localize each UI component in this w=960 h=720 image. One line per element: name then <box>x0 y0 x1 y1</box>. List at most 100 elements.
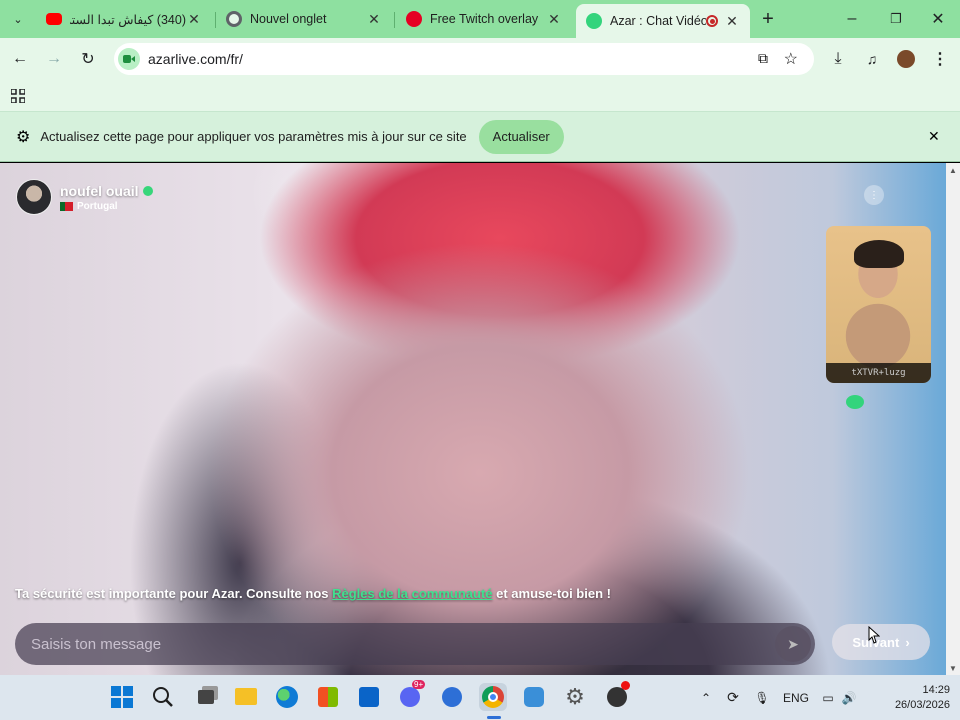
close-tab-icon[interactable]: ✕ <box>546 11 562 28</box>
next-button[interactable]: Suivant › <box>832 624 930 660</box>
restore-icon: ❐ <box>890 11 902 26</box>
forward-button[interactable]: → <box>40 45 68 73</box>
discord-icon[interactable]: 9+ <box>396 680 426 711</box>
close-icon: ✕ <box>931 11 945 28</box>
system-clock[interactable]: 14:29 26/03/2026 <box>880 683 950 713</box>
site-info-icon[interactable] <box>118 48 140 70</box>
tab-search-button[interactable]: ⌄ <box>4 5 32 33</box>
tab-youtube[interactable]: (340) كيفاش تبدا السترـ ✕ <box>36 4 212 34</box>
close-tab-icon[interactable]: ✕ <box>186 11 202 28</box>
zoom-icon[interactable] <box>438 683 466 711</box>
tab-pinterest[interactable]: Free Twitch overlay ✕ <box>396 4 572 34</box>
reload-icon: ↻ <box>81 51 95 68</box>
page-scrollbar[interactable]: ▲ ▼ <box>946 163 960 675</box>
download-icon: ⤓ <box>834 50 842 67</box>
send-button[interactable]: ➤ <box>775 626 811 662</box>
community-rules-link[interactable]: Règles de la communauté <box>332 586 492 601</box>
outlook-icon[interactable] <box>355 683 383 711</box>
browser-toolbar: ← → ↻ azarlive.com/fr/ ⧉ ☆ ⤓ ♫ ⋮ <box>0 38 960 80</box>
install-app-icon[interactable]: ⧉ <box>758 50 768 67</box>
restore-button[interactable]: ❐ <box>882 5 910 33</box>
tab-divider <box>394 12 395 28</box>
message-input[interactable] <box>15 635 775 653</box>
self-video-hair <box>854 240 904 268</box>
reload-button[interactable]: ↻ <box>74 45 102 73</box>
portugal-flag-icon <box>60 201 73 211</box>
language-indicator[interactable]: ENG <box>774 691 818 705</box>
discord-badge: 9+ <box>412 680 426 689</box>
bookmark-star-icon[interactable]: ☆ <box>784 49 798 69</box>
self-video-caption: tXTVR+luzg <box>826 363 931 383</box>
tab-title: Nouvel onglet <box>250 12 327 26</box>
profile-button[interactable] <box>892 45 920 73</box>
arrow-left-icon: ← <box>12 50 28 67</box>
chevron-right-icon: › <box>905 634 910 650</box>
sync-icon[interactable]: ⟳ <box>716 689 750 706</box>
edge-icon[interactable] <box>273 683 301 711</box>
safety-text-suffix: et amuse-toi bien ! <box>492 586 611 601</box>
close-window-button[interactable]: ✕ <box>924 5 952 33</box>
close-infobar-icon[interactable]: ✕ <box>928 128 940 145</box>
tab-title: (340) كيفاش تبدا السترـ <box>70 12 186 27</box>
menu-button[interactable]: ⋮ <box>926 45 954 73</box>
tab-title: Azar : Chat Vidéo a <box>610 14 706 28</box>
recording-icon <box>706 15 718 27</box>
safety-notice: Ta sécurité est importante pour Azar. Co… <box>15 586 611 601</box>
profile-avatar-icon <box>897 50 915 68</box>
tab-new-tab[interactable]: Nouvel onglet ✕ <box>216 4 392 34</box>
settings-infobar: ⚙ Actualisez cette page pour appliquer v… <box>0 112 960 162</box>
recording-dot-icon <box>621 681 630 690</box>
azar-icon <box>586 13 602 29</box>
microphone-icon[interactable]: 🎙 <box>750 691 774 705</box>
obs-icon[interactable] <box>603 681 631 711</box>
scroll-up-icon[interactable]: ▲ <box>946 163 960 177</box>
close-tab-icon[interactable]: ✕ <box>366 11 382 28</box>
chrome-icon[interactable] <box>479 683 507 711</box>
gear-icon: ⚙ <box>16 128 31 146</box>
microsoft-store-icon[interactable] <box>314 683 342 711</box>
youtube-icon <box>46 13 62 25</box>
partner-country: Portugal <box>60 201 153 212</box>
remote-desktop-icon[interactable] <box>520 683 548 711</box>
mouse-cursor-icon <box>868 626 880 644</box>
infobar-message: Actualisez cette page pour appliquer vos… <box>40 129 467 144</box>
search-icon[interactable] <box>149 683 177 711</box>
plus-icon: + <box>762 7 774 30</box>
system-tray: ⌃ ⟳ 🎙 ENG ▭ 🔊 <box>696 675 860 720</box>
url-text: azarlive.com/fr/ <box>148 51 243 67</box>
minimize-button[interactable]: – <box>838 5 866 33</box>
windows-start-icon[interactable] <box>108 683 136 711</box>
partner-avatar[interactable] <box>16 179 52 215</box>
close-tab-icon[interactable]: ✕ <box>724 13 740 30</box>
more-options-button[interactable]: ⋮ <box>864 185 884 205</box>
arrow-right-icon: → <box>46 50 62 67</box>
back-button[interactable]: ← <box>6 45 34 73</box>
reload-page-button[interactable]: Actualiser <box>478 119 564 154</box>
country-label: Portugal <box>77 200 118 212</box>
media-icon: ♫ <box>866 51 878 67</box>
partner-name: noufel ouail <box>60 182 139 199</box>
task-view-icon[interactable] <box>191 683 219 711</box>
tab-strip: ⌄ (340) كيفاش تبدا السترـ ✕ Nouvel ongle… <box>0 0 960 38</box>
download-button[interactable]: ⤓ <box>824 45 852 73</box>
more-vert-icon: ⋮ <box>869 189 879 201</box>
chat-bubble-icon[interactable] <box>846 395 864 409</box>
bookmarks-bar <box>0 80 960 112</box>
pinterest-icon <box>406 11 422 27</box>
more-vert-icon: ⋮ <box>932 51 948 68</box>
minimize-icon: – <box>847 10 857 27</box>
file-explorer-icon[interactable] <box>232 683 260 711</box>
partner-profile[interactable]: noufel ouail Portugal <box>16 179 153 215</box>
settings-gear-icon[interactable]: ⚙ <box>561 683 589 711</box>
volume-icon[interactable]: 🔊 <box>838 691 860 705</box>
network-icon[interactable]: ▭ <box>818 691 838 705</box>
scroll-down-icon[interactable]: ▼ <box>946 661 960 675</box>
apps-button[interactable] <box>4 82 32 110</box>
address-bar[interactable]: azarlive.com/fr/ ⧉ ☆ <box>114 43 814 75</box>
show-hidden-icons-icon[interactable]: ⌃ <box>696 691 716 705</box>
new-tab-button[interactable]: + <box>754 5 782 33</box>
self-video-preview[interactable]: tXTVR+luzg <box>826 226 931 383</box>
send-icon: ➤ <box>787 635 799 652</box>
media-control-button[interactable]: ♫ <box>858 45 886 73</box>
tab-azar[interactable]: Azar : Chat Vidéo a ✕ <box>576 4 750 38</box>
